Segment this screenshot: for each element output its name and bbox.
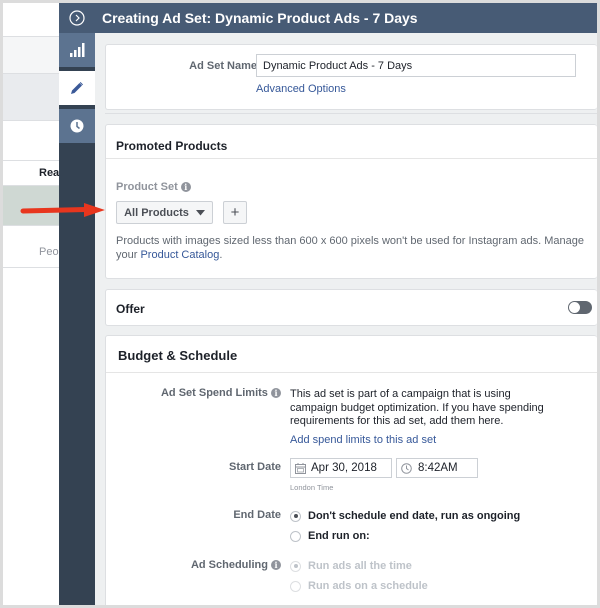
product-set-label: Product Set: [116, 181, 178, 193]
offer-card: Offer: [105, 289, 597, 326]
offer-toggle[interactable]: [568, 301, 592, 314]
rail-tab-history[interactable]: [59, 109, 95, 143]
info-icon[interactable]: i: [271, 560, 281, 571]
bg-row: [3, 37, 63, 74]
drawer-content: Ad Set Name Dynamic Product Ads - 7 Days…: [95, 33, 597, 605]
annotation-arrow-icon: [20, 203, 105, 217]
ad-scheduling-label: Ad Scheduling: [190, 559, 268, 571]
ad-scheduling-label-row: Ad Scheduling i: [191, 559, 281, 571]
budget-schedule-header: Budget & Schedule: [106, 336, 597, 373]
budget-schedule-card: Budget & Schedule Ad Set Spend Limits i …: [105, 335, 597, 605]
ad-set-name-input[interactable]: Dynamic Product Ads - 7 Days: [256, 54, 576, 77]
timezone-label: London Time: [290, 483, 334, 492]
pencil-icon: [71, 82, 83, 94]
radio-selected[interactable]: [290, 510, 301, 522]
start-date-input[interactable]: Apr 30, 2018: [290, 458, 392, 478]
drawer-header: Creating Ad Set: Dynamic Product Ads - 7…: [95, 3, 597, 33]
start-time-input[interactable]: 8:42AM: [396, 458, 478, 478]
toggle-knob: [569, 302, 580, 313]
divider: [105, 113, 597, 114]
end-date-option-ongoing[interactable]: Don't schedule end date, run as ongoing: [290, 510, 520, 522]
advanced-options-link[interactable]: Advanced Options: [256, 83, 346, 95]
drawer-title: Creating Ad Set: Dynamic Product Ads - 7…: [102, 10, 418, 26]
product-set-note: Products with images sized less than 600…: [116, 234, 591, 262]
bg-row: [3, 74, 63, 121]
chevron-right-circle-icon: [69, 10, 85, 26]
rail-tab-insights[interactable]: [59, 33, 95, 67]
end-date-option-end-run[interactable]: End run on:: [290, 530, 370, 542]
budget-schedule-title: Budget & Schedule: [118, 348, 238, 363]
ad-set-name-label: Ad Set Name: [189, 60, 257, 72]
note-period: .: [219, 249, 223, 261]
plus-icon: +: [230, 204, 240, 221]
start-date-value: Apr 30, 2018: [311, 462, 377, 474]
radio-label: Run ads on a schedule: [308, 580, 428, 592]
bg-table-header: Reac: [3, 161, 65, 186]
bar-chart-icon: [70, 43, 85, 57]
promoted-products-header: Promoted Products: [106, 125, 597, 159]
clock-icon: [401, 462, 412, 474]
rail-tab-edit[interactable]: [59, 71, 95, 105]
product-set-value: All Products: [124, 206, 189, 219]
info-icon[interactable]: i: [271, 388, 281, 399]
caret-down-icon: [195, 209, 205, 215]
calendar-icon: [295, 462, 306, 474]
radio-label: End run on:: [308, 530, 370, 542]
bg-row: [3, 121, 63, 161]
screenshot-frame: Reac Peop Creating Ad Set: Dynamic Produ…: [3, 3, 597, 605]
start-date-label: Start Date: [229, 461, 281, 473]
info-icon[interactable]: i: [180, 182, 191, 193]
radio-unselected-disabled[interactable]: [290, 580, 301, 592]
bg-row: Peop: [3, 226, 65, 268]
start-time-value: 8:42AM: [418, 462, 458, 474]
drawer-rail: [59, 3, 95, 605]
ad-set-name-value: Dynamic Product Ads - 7 Days: [263, 59, 413, 72]
background-page: Reac Peop: [3, 3, 65, 605]
radio-label: Don't schedule end date, run as ongoing: [308, 510, 521, 522]
ad-scheduling-option-all-time[interactable]: Run ads all the time: [290, 560, 412, 572]
product-catalog-link[interactable]: Product Catalog: [140, 249, 219, 261]
radio-unselected[interactable]: [290, 530, 301, 542]
radio-selected-disabled[interactable]: [290, 560, 301, 572]
clock-icon: [70, 119, 84, 133]
promoted-products-card: Promoted Products Product Set i All Prod…: [105, 124, 597, 279]
spend-limits-label-row: Ad Set Spend Limits i: [161, 387, 281, 399]
product-set-dropdown[interactable]: All Products: [116, 201, 213, 224]
radio-label: Run ads all the time: [308, 560, 412, 572]
offer-title: Offer: [116, 302, 145, 316]
add-spend-limits-link[interactable]: Add spend limits to this ad set: [290, 434, 436, 446]
spend-limits-text: This ad set is part of a campaign that i…: [290, 388, 544, 427]
add-product-set-button[interactable]: +: [223, 201, 247, 224]
promoted-products-title: Promoted Products: [116, 139, 228, 153]
spend-limits-label: Ad Set Spend Limits: [160, 387, 268, 399]
ad-set-name-card: Ad Set Name Dynamic Product Ads - 7 Days…: [105, 44, 597, 110]
ad-scheduling-option-schedule[interactable]: Run ads on a schedule: [290, 580, 428, 592]
end-date-label: End Date: [233, 509, 281, 521]
bg-row: [3, 3, 63, 37]
collapse-drawer-button[interactable]: [59, 3, 95, 33]
product-set-label-row: Product Set i: [116, 181, 191, 193]
